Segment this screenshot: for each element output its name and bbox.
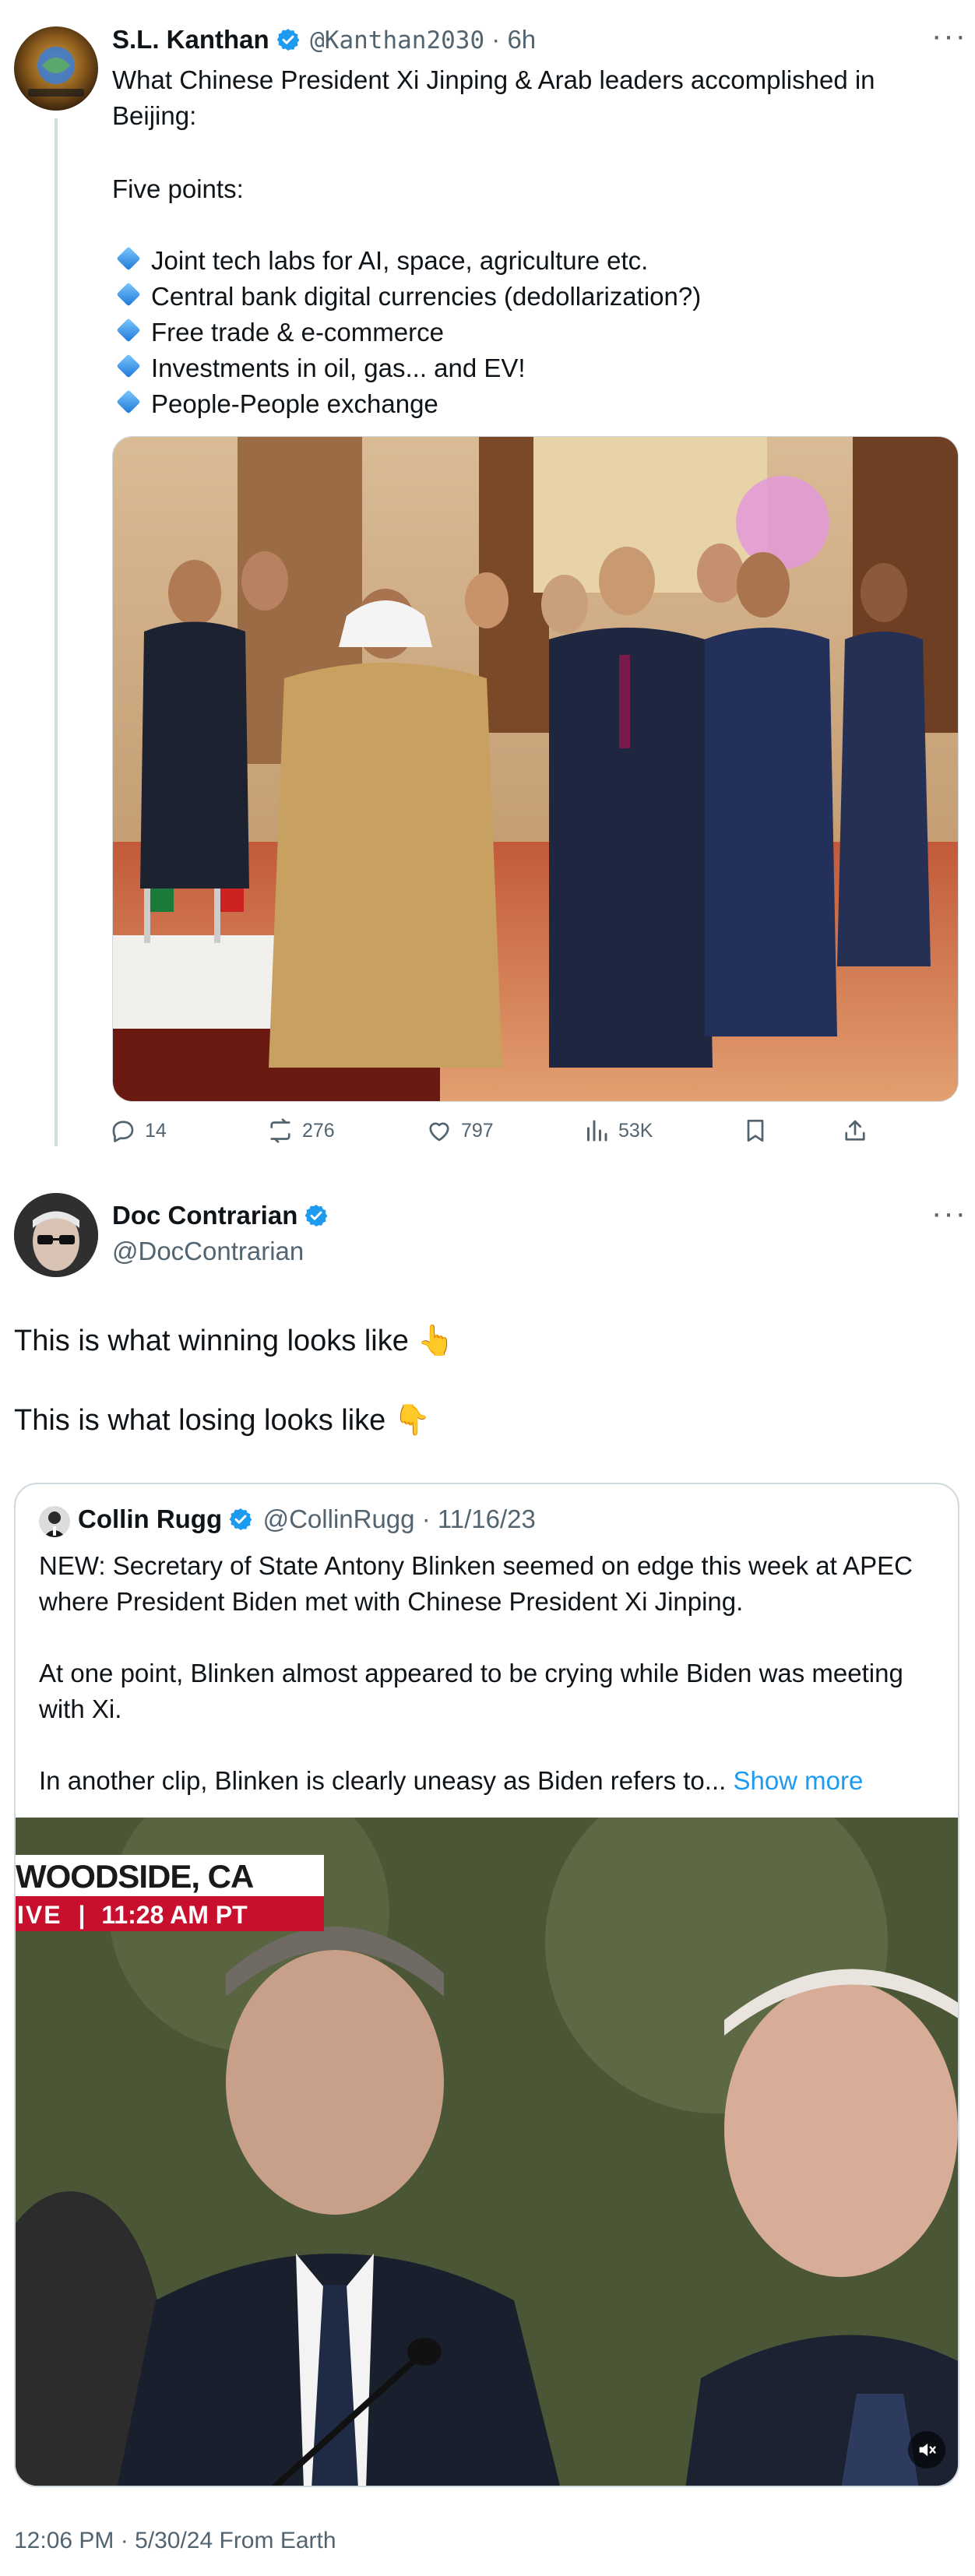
point-item: Investments in oil, gas... and EV! — [112, 350, 930, 386]
tweet1-points-heading: Five points: — [112, 174, 244, 203]
tweet1-intro: What Chinese President Xi Jinping & Arab… — [112, 65, 875, 130]
verified-badge-icon — [276, 29, 300, 51]
verified-badge-icon — [229, 1508, 252, 1530]
tweet-time[interactable]: 6h — [507, 25, 536, 54]
tweet2-header: Doc Contrarian — [112, 1201, 329, 1230]
point-item: Joint tech labs for AI, space, agricultu… — [112, 243, 930, 279]
like-count: 797 — [461, 1119, 494, 1142]
kanthan-avatar[interactable] — [14, 26, 98, 111]
tweet2-line2: This is what losing looks like 👇 — [14, 1404, 431, 1437]
leaders-photo-illustration — [113, 437, 958, 1101]
more-options-icon[interactable]: ··· — [931, 19, 967, 54]
quote-header: Collin Rugg @CollinRugg · 11/16/23 — [78, 1504, 536, 1533]
repost-button[interactable]: 276 — [266, 1117, 335, 1145]
quote-video[interactable]: WOODSIDE, CA IVE | 11:28 AM PT — [16, 1818, 958, 2486]
tweet-timestamp-footer[interactable]: 12:06 PM · 5/30/24 From Earth — [14, 2528, 336, 2554]
quote-paragraph-3: In another clip, Blinken is clearly unea… — [39, 1766, 864, 1795]
point-item: People-People exchange — [112, 386, 930, 422]
author-handle[interactable]: @Kanthan2030 — [310, 26, 484, 55]
reply-icon — [112, 1121, 134, 1142]
views-count: 53K — [618, 1119, 653, 1142]
blue-diamond-icon — [116, 318, 141, 343]
share-button[interactable] — [841, 1117, 877, 1145]
quote-author-handle: @CollinRugg — [262, 1504, 415, 1533]
reply-count: 14 — [145, 1119, 167, 1142]
quote-date: 11/16/23 — [437, 1504, 536, 1533]
live-label: IVE — [17, 1901, 62, 1929]
tweet1-points-list: Joint tech labs for AI, space, agricultu… — [112, 243, 930, 422]
speaker-muted-icon — [919, 2443, 936, 2457]
blue-diamond-icon — [116, 282, 141, 307]
share-icon — [845, 1120, 865, 1141]
repost-count: 276 — [302, 1119, 335, 1142]
reply-button[interactable]: 14 — [109, 1117, 167, 1145]
mute-button[interactable] — [908, 2431, 945, 2469]
quote-paragraph-2: At one point, Blinken almost appeared to… — [39, 1659, 903, 1723]
verified-badge-icon — [304, 1205, 328, 1226]
bookmark-icon — [747, 1119, 764, 1142]
author-name[interactable]: S.L. Kanthan — [112, 25, 269, 54]
video-location-banner: WOODSIDE, CA — [16, 1855, 324, 1899]
blue-diamond-icon — [116, 246, 141, 271]
tweet1-header: S.L. Kanthan @Kanthan2030 · 6h — [112, 25, 537, 55]
thread-connector-line — [55, 118, 58, 1146]
repost-icon — [270, 1118, 290, 1143]
point-down-emoji-icon: 👇 — [393, 1404, 431, 1437]
quoted-tweet-card[interactable]: Collin Rugg @CollinRugg · 11/16/23 NEW: … — [14, 1483, 959, 2487]
tweet1-photo[interactable] — [112, 436, 959, 1102]
point-item: Central bank digital currencies (dedolla… — [112, 279, 930, 315]
author-handle[interactable]: @DocContrarian — [112, 1237, 304, 1266]
video-location-text: WOODSIDE, CA — [16, 1858, 254, 1895]
doccontrarian-avatar[interactable] — [14, 1193, 98, 1277]
blue-diamond-icon — [116, 389, 141, 414]
blue-diamond-icon — [116, 354, 141, 378]
views-chart-icon — [587, 1120, 607, 1142]
tweet2-line1: This is what winning looks like 👆 — [14, 1325, 454, 1357]
point-up-emoji-icon: 👆 — [417, 1325, 454, 1357]
point-item: Free trade & e-commerce — [112, 315, 930, 350]
quote-author-name: Collin Rugg — [78, 1504, 223, 1533]
author-name[interactable]: Doc Contrarian — [112, 1201, 297, 1230]
quote-paragraph-1: NEW: Secretary of State Antony Blinken s… — [39, 1551, 913, 1616]
bookmark-button[interactable] — [741, 1117, 777, 1145]
heart-icon — [429, 1122, 449, 1142]
collinrugg-avatar — [39, 1506, 70, 1537]
more-options-icon[interactable]: ··· — [931, 1196, 967, 1231]
like-button[interactable]: 797 — [425, 1117, 494, 1145]
video-live-banner: IVE | 11:28 AM PT — [16, 1899, 324, 1931]
video-time-label: 11:28 AM PT — [101, 1901, 248, 1929]
views-button[interactable]: 53K — [583, 1117, 653, 1145]
show-more-link[interactable]: Show more — [733, 1766, 863, 1795]
